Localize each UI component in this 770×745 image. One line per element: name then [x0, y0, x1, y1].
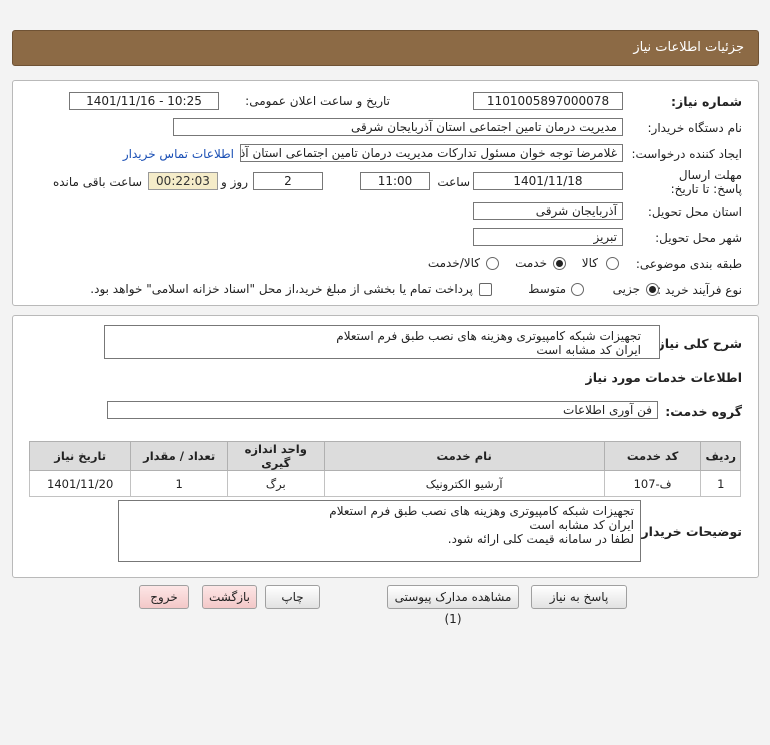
treasury-payment-note: پرداخت تمام یا بخشی از مبلغ خرید،از محل … — [90, 282, 473, 296]
view-documents-button[interactable]: مشاهده مدارک پیوستی (1) — [387, 585, 519, 626]
col-unit-header: واحد اندازه گیری — [226, 441, 325, 471]
exit-button[interactable]: خروج — [139, 585, 189, 609]
reply-button[interactable]: پاسخ به نیاز — [531, 585, 627, 609]
treasury-payment-checkbox[interactable] — [479, 283, 492, 296]
deadline-time-field: 11:00 — [360, 172, 430, 190]
days-label: روز و — [221, 175, 248, 189]
city-field: تبریز — [473, 228, 623, 246]
service-group-label: گروه خدمت: — [665, 404, 742, 419]
process-medium-radio[interactable] — [571, 283, 584, 296]
col-date-header: تاریخ نیاز — [28, 441, 132, 471]
contact-buyer-link[interactable]: اطلاعات تماس خریدار — [123, 147, 234, 161]
buyer-notes-text: تجهیزات شبکه کامپیوتری وهزینه های نصب طب… — [118, 500, 641, 562]
city-label: شهر محل تحویل: — [655, 231, 742, 245]
category-service-label: خدمت — [515, 256, 547, 270]
category-goods-radio[interactable] — [606, 257, 619, 270]
creator-field: غلامرضا توجه خوان مسئول تدارکات مدیریت د… — [240, 144, 623, 162]
cell-qty: 1 — [130, 470, 228, 497]
need-number-field: 1101005897000078 — [473, 92, 623, 110]
process-medium-label: متوسط — [528, 282, 566, 296]
deadline-time-label: ساعت — [437, 175, 470, 189]
remaining-timer: 00:22:03 — [148, 172, 218, 190]
cell-date: 1401/11/20 — [28, 470, 132, 497]
print-button[interactable]: چاپ — [265, 585, 320, 609]
category-goods-service-radio[interactable] — [486, 257, 499, 270]
cell-row: 1 — [700, 470, 741, 497]
announce-field: 1401/11/16 - 10:25 — [69, 92, 219, 110]
buyer-org-field: مدیریت درمان تامین اجتماعی استان آذربایج… — [173, 118, 623, 136]
buyer-org-label: نام دستگاه خریدار: — [647, 121, 743, 135]
col-name-header: نام خدمت — [323, 441, 605, 471]
services-table: ردیف کد خدمت نام خدمت واحد اندازه گیری ت… — [28, 441, 741, 497]
process-label: نوع فرآیند خرید : — [657, 283, 742, 297]
need-number-label: شماره نیاز: — [671, 94, 742, 109]
province-label: استان محل تحویل: — [647, 205, 742, 219]
province-field: آذربایجان شرقی — [473, 202, 623, 220]
category-goods-label: کالا — [581, 256, 598, 270]
page-header: جزئیات اطلاعات نیاز — [12, 30, 759, 66]
process-minor-label: جزیی — [612, 282, 640, 296]
days-field: 2 — [253, 172, 323, 190]
cell-code: ف-107 — [603, 470, 702, 497]
summary-text: تجهیزات شبکه کامپیوتری وهزینه های نصب طب… — [104, 325, 660, 359]
table-row: 1 ف-107 آرشیو الکترونیک برگ 1 1401/11/20 — [28, 470, 741, 497]
col-row-header: ردیف — [700, 441, 741, 471]
table-header-row: ردیف کد خدمت نام خدمت واحد اندازه گیری ت… — [28, 441, 741, 471]
process-minor-radio[interactable] — [646, 283, 659, 296]
back-button[interactable]: بازگشت — [202, 585, 257, 609]
col-qty-header: تعداد / مقدار — [130, 441, 228, 471]
buyer-notes-label: توضیحات خریدار: — [636, 524, 742, 539]
creator-label: ایجاد کننده درخواست: — [631, 147, 742, 161]
category-service-radio[interactable] — [553, 257, 566, 270]
deadline-label: مهلت ارسال پاسخ: تا تاریخ: — [670, 168, 742, 196]
summary-label: شرح کلی نیاز: — [652, 336, 742, 351]
services-section-title: اطلاعات خدمات مورد نیاز — [585, 370, 743, 385]
remaining-label: ساعت باقی مانده — [52, 175, 142, 189]
col-code-header: کد خدمت — [603, 441, 702, 471]
deadline-date-field: 1401/11/18 — [473, 172, 623, 190]
category-goods-service-label: کالا/خدمت — [427, 256, 480, 270]
service-group-field: فن آوری اطلاعات — [107, 401, 658, 419]
category-label: طبقه بندی موضوعی: — [635, 257, 742, 271]
cell-unit: برگ — [226, 470, 325, 497]
cell-name: آرشیو الکترونیک — [323, 470, 605, 497]
announce-label: تاریخ و ساعت اعلان عمومی: — [245, 94, 390, 108]
